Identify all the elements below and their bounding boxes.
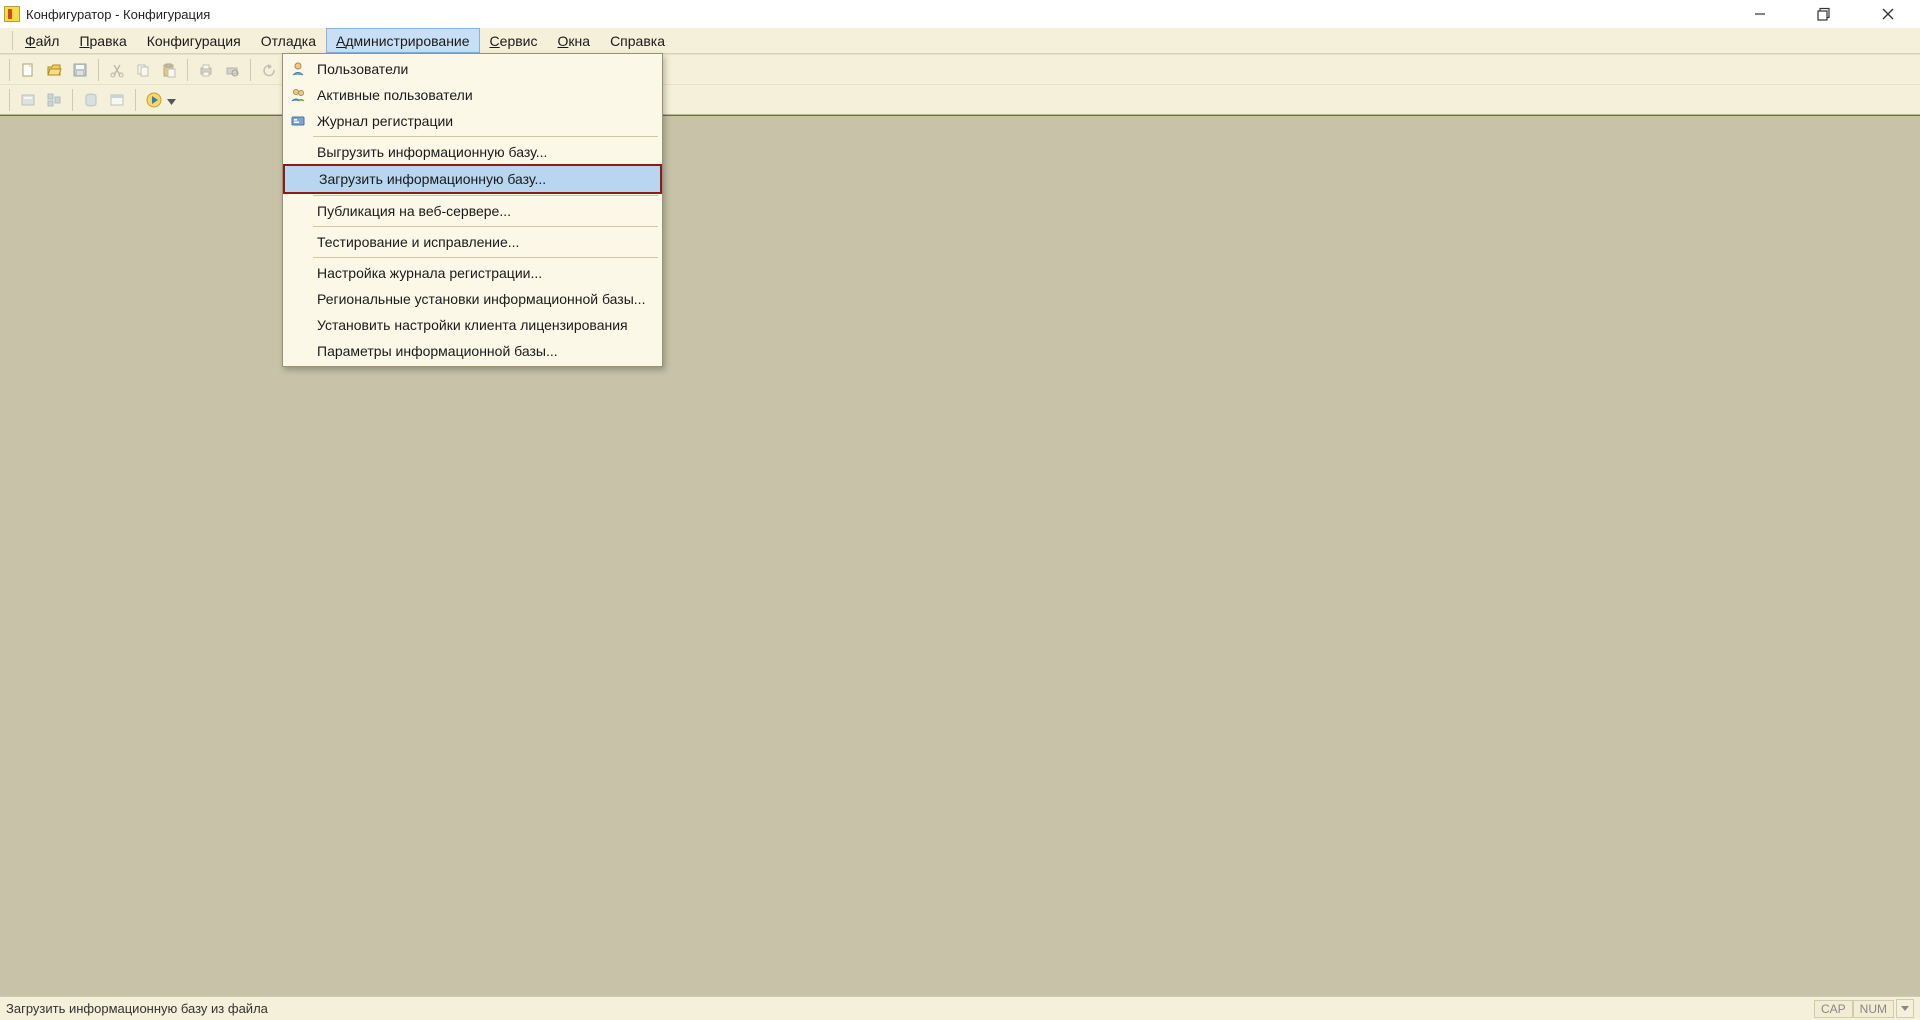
menubar: Файл Правка Конфигурация Отладка Админис… bbox=[0, 28, 1920, 54]
menu-separator bbox=[313, 226, 658, 227]
menu-separator bbox=[313, 195, 658, 196]
close-button[interactable] bbox=[1870, 2, 1906, 26]
menu-test-repair-label: Тестирование и исправление... bbox=[313, 234, 519, 250]
new-file-button[interactable] bbox=[17, 59, 39, 81]
menu-active-users[interactable]: Активные пользователи bbox=[283, 82, 662, 108]
menu-infobase-params-label: Параметры информационной базы... bbox=[313, 343, 558, 359]
print-preview-button[interactable] bbox=[221, 59, 243, 81]
statusbar: Загрузить информационную базу из файла C… bbox=[0, 996, 1920, 1020]
copy-button[interactable] bbox=[132, 59, 154, 81]
menu-users[interactable]: Пользователи bbox=[283, 56, 662, 82]
undo-button[interactable] bbox=[258, 59, 280, 81]
menu-restore-infobase[interactable]: Загрузить информационную базу... bbox=[283, 164, 662, 194]
menu-help[interactable]: Справка bbox=[600, 28, 675, 53]
menu-regional-settings-label: Региональные установки информационной ба… bbox=[313, 291, 645, 307]
config-tree-button[interactable] bbox=[43, 89, 65, 111]
menu-publish-web-label: Публикация на веб-сервере... bbox=[313, 203, 511, 219]
app-icon bbox=[4, 6, 20, 22]
toolbar-sep bbox=[98, 59, 99, 81]
menu-configuration[interactable]: Конфигурация bbox=[137, 28, 251, 53]
open-file-button[interactable] bbox=[43, 59, 65, 81]
menu-event-log[interactable]: Журнал регистрации bbox=[283, 108, 662, 134]
print-button[interactable] bbox=[195, 59, 217, 81]
menu-windows[interactable]: Окна bbox=[548, 28, 601, 53]
administration-dropdown: Пользователи Активные пользователи Журна… bbox=[282, 53, 663, 367]
save-button[interactable] bbox=[69, 59, 91, 81]
menu-restore-infobase-label: Загрузить информационную базу... bbox=[315, 171, 546, 187]
toolbar-grip bbox=[9, 59, 10, 81]
db-button[interactable] bbox=[80, 89, 102, 111]
config-open-button[interactable] bbox=[17, 89, 39, 111]
menu-service[interactable]: Сервис bbox=[480, 28, 548, 53]
maximize-button[interactable] bbox=[1806, 2, 1842, 26]
toolbar-grip bbox=[9, 89, 10, 111]
status-drop-button[interactable] bbox=[1896, 999, 1914, 1018]
menu-separator bbox=[313, 136, 658, 137]
user-icon bbox=[283, 56, 313, 82]
menu-dump-infobase[interactable]: Выгрузить информационную базу... bbox=[283, 139, 662, 165]
menu-file[interactable]: Файл bbox=[15, 28, 69, 53]
status-num: NUM bbox=[1853, 1000, 1894, 1018]
toolbar-sep bbox=[187, 59, 188, 81]
menu-administration[interactable]: Администрирование bbox=[326, 28, 480, 53]
menu-test-repair[interactable]: Тестирование и исправление... bbox=[283, 229, 662, 255]
status-cap: CAP bbox=[1814, 1000, 1853, 1018]
menu-licensing-settings[interactable]: Установить настройки клиента лицензирова… bbox=[283, 312, 662, 338]
menu-publish-web[interactable]: Публикация на веб-сервере... bbox=[283, 198, 662, 224]
users-icon bbox=[283, 82, 313, 108]
menu-dump-infobase-label: Выгрузить информационную базу... bbox=[313, 144, 547, 160]
minimize-button[interactable] bbox=[1742, 2, 1778, 26]
paste-button[interactable] bbox=[158, 59, 180, 81]
menu-edit[interactable]: Правка bbox=[69, 28, 136, 53]
toolbar-sep bbox=[250, 59, 251, 81]
menu-infobase-params[interactable]: Параметры информационной базы... bbox=[283, 338, 662, 364]
window-title: Конфигуратор - Конфигурация bbox=[26, 7, 210, 22]
menu-users-label: Пользователи bbox=[313, 61, 408, 77]
toolbar-sep bbox=[135, 89, 136, 111]
titlebar: Конфигуратор - Конфигурация bbox=[0, 0, 1920, 28]
menu-active-users-label: Активные пользователи bbox=[313, 87, 473, 103]
start-debug-group bbox=[143, 89, 176, 111]
menu-event-log-label: Журнал регистрации bbox=[313, 113, 453, 129]
menu-eventlog-settings[interactable]: Настройка журнала регистрации... bbox=[283, 260, 662, 286]
status-right: CAP NUM bbox=[1814, 999, 1914, 1018]
form-button[interactable] bbox=[106, 89, 128, 111]
menu-separator bbox=[313, 257, 658, 258]
start-debug-dropdown[interactable] bbox=[167, 92, 176, 108]
menubar-separator bbox=[12, 31, 13, 50]
toolbar-sep bbox=[72, 89, 73, 111]
menu-regional-settings[interactable]: Региональные установки информационной ба… bbox=[283, 286, 662, 312]
cut-button[interactable] bbox=[106, 59, 128, 81]
start-debug-button[interactable] bbox=[143, 89, 165, 111]
menu-licensing-settings-label: Установить настройки клиента лицензирова… bbox=[313, 317, 628, 333]
log-icon bbox=[283, 108, 313, 134]
window-controls bbox=[1742, 2, 1916, 26]
menu-eventlog-settings-label: Настройка журнала регистрации... bbox=[313, 265, 542, 281]
menu-debug[interactable]: Отладка bbox=[251, 28, 326, 53]
status-text: Загрузить информационную базу из файла bbox=[6, 1001, 268, 1016]
